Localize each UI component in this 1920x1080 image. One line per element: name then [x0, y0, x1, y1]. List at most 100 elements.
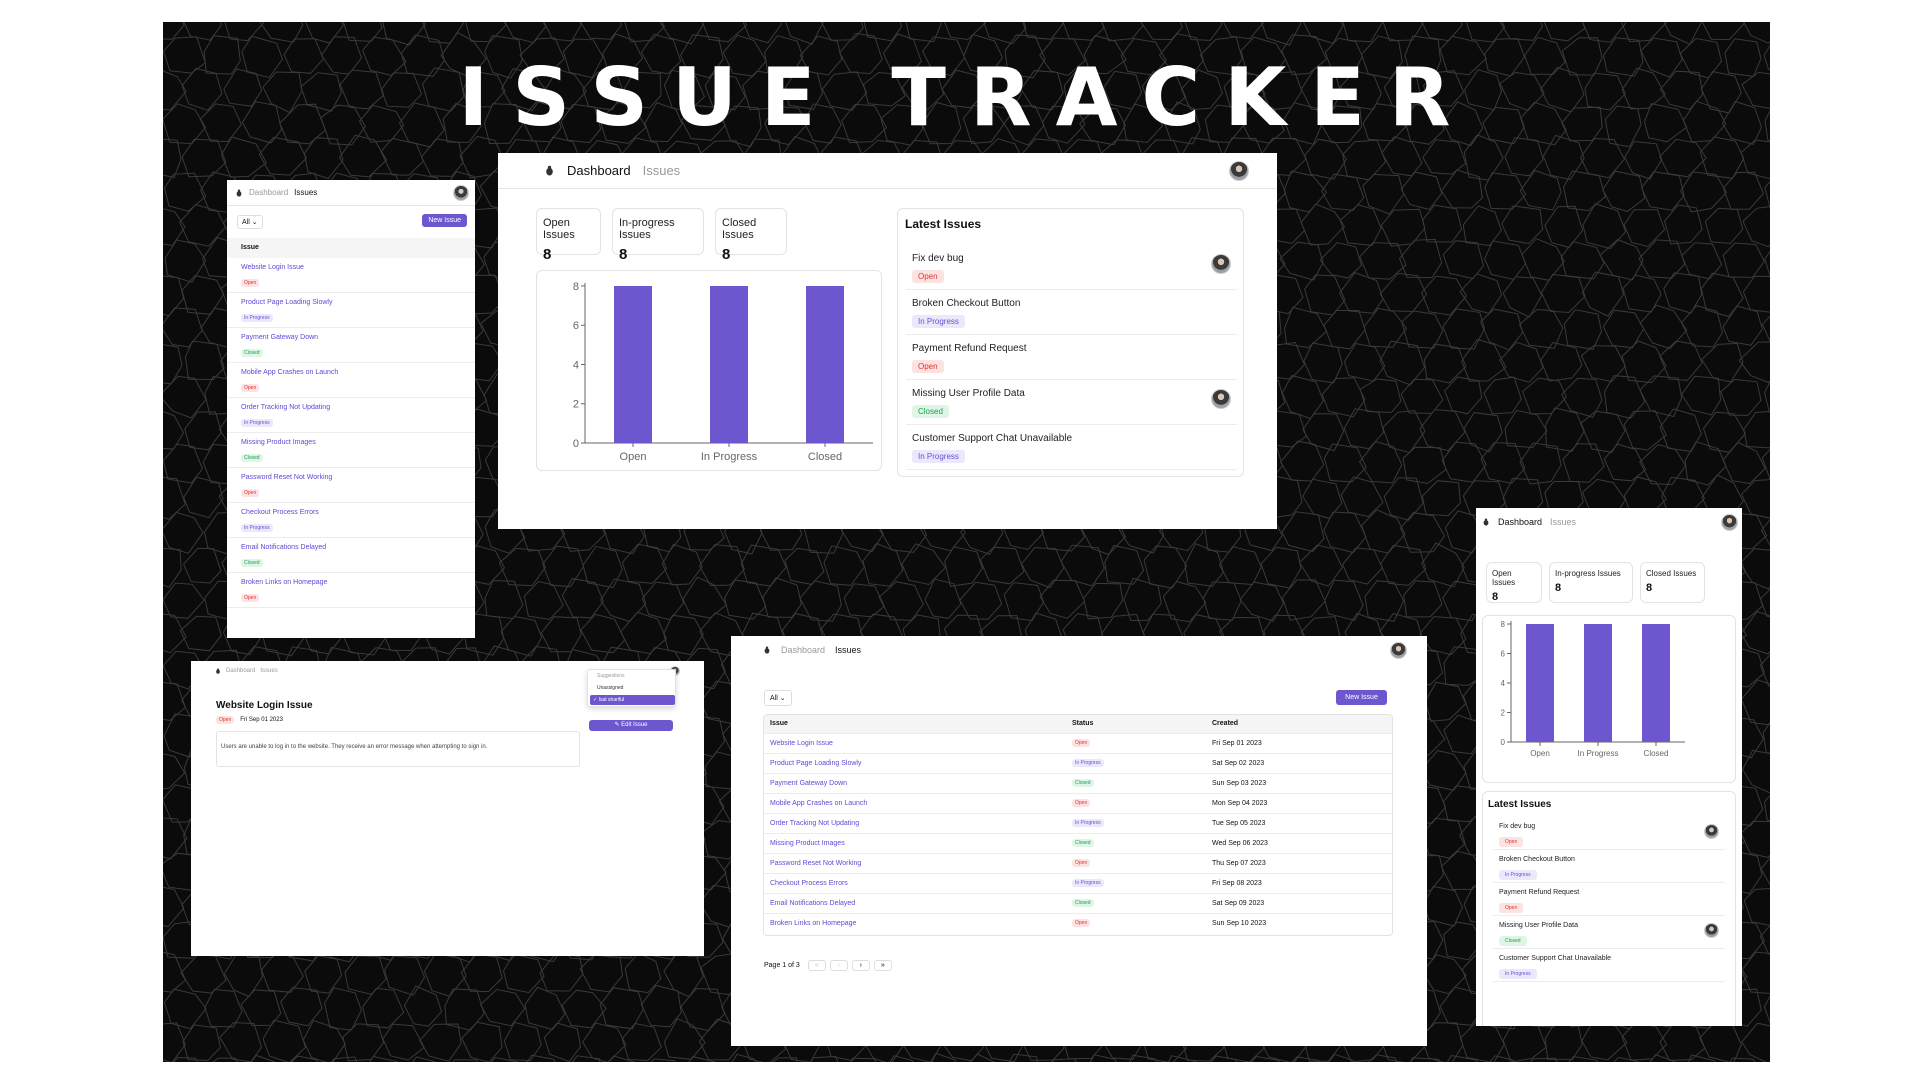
issue-link[interactable]: Product Page Loading Slowly [241, 299, 461, 306]
issue-link[interactable]: Mobile App Crashes on Launch [241, 369, 461, 376]
texture-cell [452, 1059, 478, 1062]
next-page-button[interactable]: › [851, 960, 870, 971]
cell-issue: Website Login Issue [764, 733, 1071, 753]
bug-icon[interactable] [1482, 518, 1490, 526]
user-avatar[interactable] [1390, 641, 1407, 659]
cell-created: Fri Sep 08 2023 [1212, 879, 1262, 887]
status-filter-select[interactable]: All ⌄ [764, 690, 792, 706]
issue-link[interactable]: Website Login Issue [241, 264, 461, 271]
new-issue-button[interactable]: New Issue [1336, 690, 1387, 705]
latest-issue-title: Fix dev bug [1499, 823, 1536, 830]
texture-cell [1279, 440, 1325, 482]
issue-link[interactable]: Payment Gateway Down [241, 334, 461, 341]
latest-issue-item[interactable]: Missing User Profile Data Closed [1493, 916, 1725, 949]
header-created: Created [1212, 720, 1239, 728]
nav-dashboard-link[interactable]: Dashboard [226, 668, 255, 674]
texture-cell [843, 583, 886, 618]
issue-link[interactable]: Missing Product Images [241, 439, 461, 446]
issue-link[interactable]: Email Notifications Delayed [770, 900, 855, 907]
issue-link[interactable]: Checkout Process Errors [241, 509, 461, 516]
latest-issue-item[interactable]: Customer Support Chat Unavailable In Prog… [1493, 949, 1725, 982]
latest-issue-item[interactable]: Missing User Profile Data Closed [906, 380, 1237, 425]
prev-page-button[interactable]: ‹ [829, 960, 848, 971]
texture-cell [599, 578, 647, 622]
stat-value: 8 [1555, 582, 1562, 594]
latest-issue-item[interactable]: Customer Support Chat Unavailable In Prog… [906, 425, 1237, 470]
list-item: Mobile App Crashes on Launch Open [227, 363, 475, 398]
texture-cell [1499, 22, 1544, 41]
issue-link[interactable]: Mobile App Crashes on Launch [770, 800, 867, 807]
dropdown-option-unassigned[interactable]: Unassigned [597, 685, 623, 691]
latest-issue-item[interactable]: Payment Refund Request Open [906, 335, 1237, 380]
latest-issue-title: Customer Support Chat Unavailable [912, 433, 1073, 444]
texture-cell [785, 22, 824, 45]
nav-issues-link[interactable]: Issues [835, 645, 861, 655]
issue-link[interactable]: Checkout Process Errors [770, 880, 848, 887]
nav-issues-link[interactable]: Issues [260, 668, 277, 674]
issue-link[interactable]: Payment Gateway Down [770, 780, 847, 787]
issue-link[interactable]: Password Reset Not Working [241, 474, 461, 481]
assignee-dropdown[interactable]: Suggestions Unassigned ✓ Isat shariful [587, 669, 676, 707]
table-row: Website Login Issue Open Fri Sep 01 2023 [764, 733, 1392, 753]
last-page-button[interactable]: » [873, 960, 892, 971]
y-tick-label: 8 [573, 281, 579, 293]
bug-icon[interactable] [235, 189, 243, 197]
latest-issue-item[interactable]: Broken Checkout Button In Progress [1493, 850, 1725, 883]
issue-link[interactable]: Email Notifications Delayed [241, 544, 461, 551]
texture-cell [1741, 479, 1770, 519]
nav-issues-link[interactable]: Issues [1550, 517, 1576, 527]
cell-status: Open [1071, 733, 1211, 753]
latest-issue-item[interactable]: Fix dev bug Open [1493, 817, 1725, 850]
issue-link[interactable]: Order Tracking Not Updating [241, 404, 461, 411]
nav-dashboard-link[interactable]: Dashboard [249, 188, 288, 197]
issue-link[interactable]: Website Login Issue [770, 740, 833, 747]
texture-cell [1321, 377, 1366, 418]
issue-link[interactable]: Broken Links on Homepage [241, 579, 461, 586]
status-badge: In Progress [1499, 870, 1537, 880]
issue-title: Website Login Issue [216, 700, 313, 711]
issue-link[interactable]: Missing Product Images [770, 840, 845, 847]
bug-icon[interactable] [215, 668, 221, 674]
nav-dashboard-link[interactable]: Dashboard [1498, 517, 1542, 527]
edit-issue-button[interactable]: ✎ Edit Issue [589, 720, 673, 731]
dropdown-option-selected[interactable]: ✓ Isat shariful [590, 695, 675, 705]
user-avatar[interactable] [453, 184, 469, 201]
latest-issue-item[interactable]: Fix dev bug Open [906, 245, 1237, 290]
cell-created: Sat Sep 09 2023 [1212, 899, 1265, 907]
issue-link[interactable]: Password Reset Not Working [770, 860, 861, 867]
texture-cell [1281, 374, 1324, 420]
nav-dashboard-link[interactable]: Dashboard [781, 645, 825, 655]
texture-cell [1599, 239, 1644, 281]
texture-cell [1738, 341, 1770, 384]
nav-dashboard-link[interactable]: Dashboard [567, 163, 631, 178]
user-avatar[interactable] [1229, 160, 1249, 181]
user-avatar[interactable] [1721, 513, 1738, 531]
nav-issues-link[interactable]: Issues [294, 188, 317, 197]
cell-status: In Progress [1071, 813, 1211, 833]
texture-cell [579, 954, 623, 993]
texture-cell [1701, 342, 1744, 383]
texture-cell [163, 817, 188, 860]
bug-icon[interactable] [544, 165, 555, 176]
texture-cell [163, 477, 186, 520]
issue-link[interactable]: Order Tracking Not Updating [770, 820, 859, 827]
issue-link[interactable]: Broken Links on Homepage [770, 920, 856, 927]
status-filter-select[interactable]: All ⌄ [237, 215, 263, 229]
latest-issue-item[interactable]: Payment Refund Request Open [1493, 883, 1725, 916]
cell-created: Sun Sep 03 2023 [1212, 779, 1267, 787]
bug-icon[interactable] [763, 646, 771, 654]
texture-cell [1540, 341, 1583, 382]
texture-cell [465, 22, 507, 43]
latest-issue-item[interactable]: Broken Checkout Button In Progress [906, 290, 1237, 335]
new-issue-button[interactable]: New Issue [422, 214, 467, 227]
texture-cell [1382, 22, 1424, 42]
texture-cell [641, 581, 685, 621]
stat-card-closed: Closed Issues 8 [1640, 562, 1705, 603]
latest-issue-title: Payment Refund Request [1499, 889, 1580, 896]
issue-link[interactable]: Product Page Loading Slowly [770, 760, 861, 767]
nav-issues-link[interactable]: Issues [643, 163, 681, 178]
texture-cell [1582, 22, 1627, 43]
first-page-button[interactable]: « [807, 960, 826, 971]
cell-created: Thu Sep 07 2023 [1212, 859, 1266, 867]
texture-cell [1502, 1021, 1547, 1062]
